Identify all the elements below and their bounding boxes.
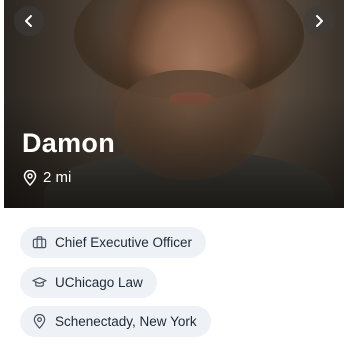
profile-distance: 2 mi: [23, 169, 71, 186]
location-pin-icon: [33, 314, 46, 329]
profile-name: Damon: [22, 128, 116, 158]
job-chip: Chief Executive Officer: [20, 227, 207, 258]
chevron-left-icon: [25, 15, 32, 27]
job-title: Chief Executive Officer: [55, 235, 193, 250]
education-chip: UChicago Law: [20, 267, 157, 298]
education-name: UChicago Law: [55, 275, 143, 290]
location-pin-icon: [23, 169, 37, 186]
profile-card: Damon 2 mi Chief Executive Officer UChic…: [0, 0, 348, 348]
distance-label: 2 mi: [43, 169, 72, 186]
location-chip: Schenectady, New York: [20, 306, 211, 337]
previous-photo-button[interactable]: [14, 6, 44, 36]
next-photo-button[interactable]: [304, 6, 334, 36]
chevron-right-icon: [316, 15, 323, 27]
graduation-cap-icon: [32, 277, 47, 287]
location-name: Schenectady, New York: [55, 314, 197, 329]
briefcase-icon: [32, 236, 47, 249]
